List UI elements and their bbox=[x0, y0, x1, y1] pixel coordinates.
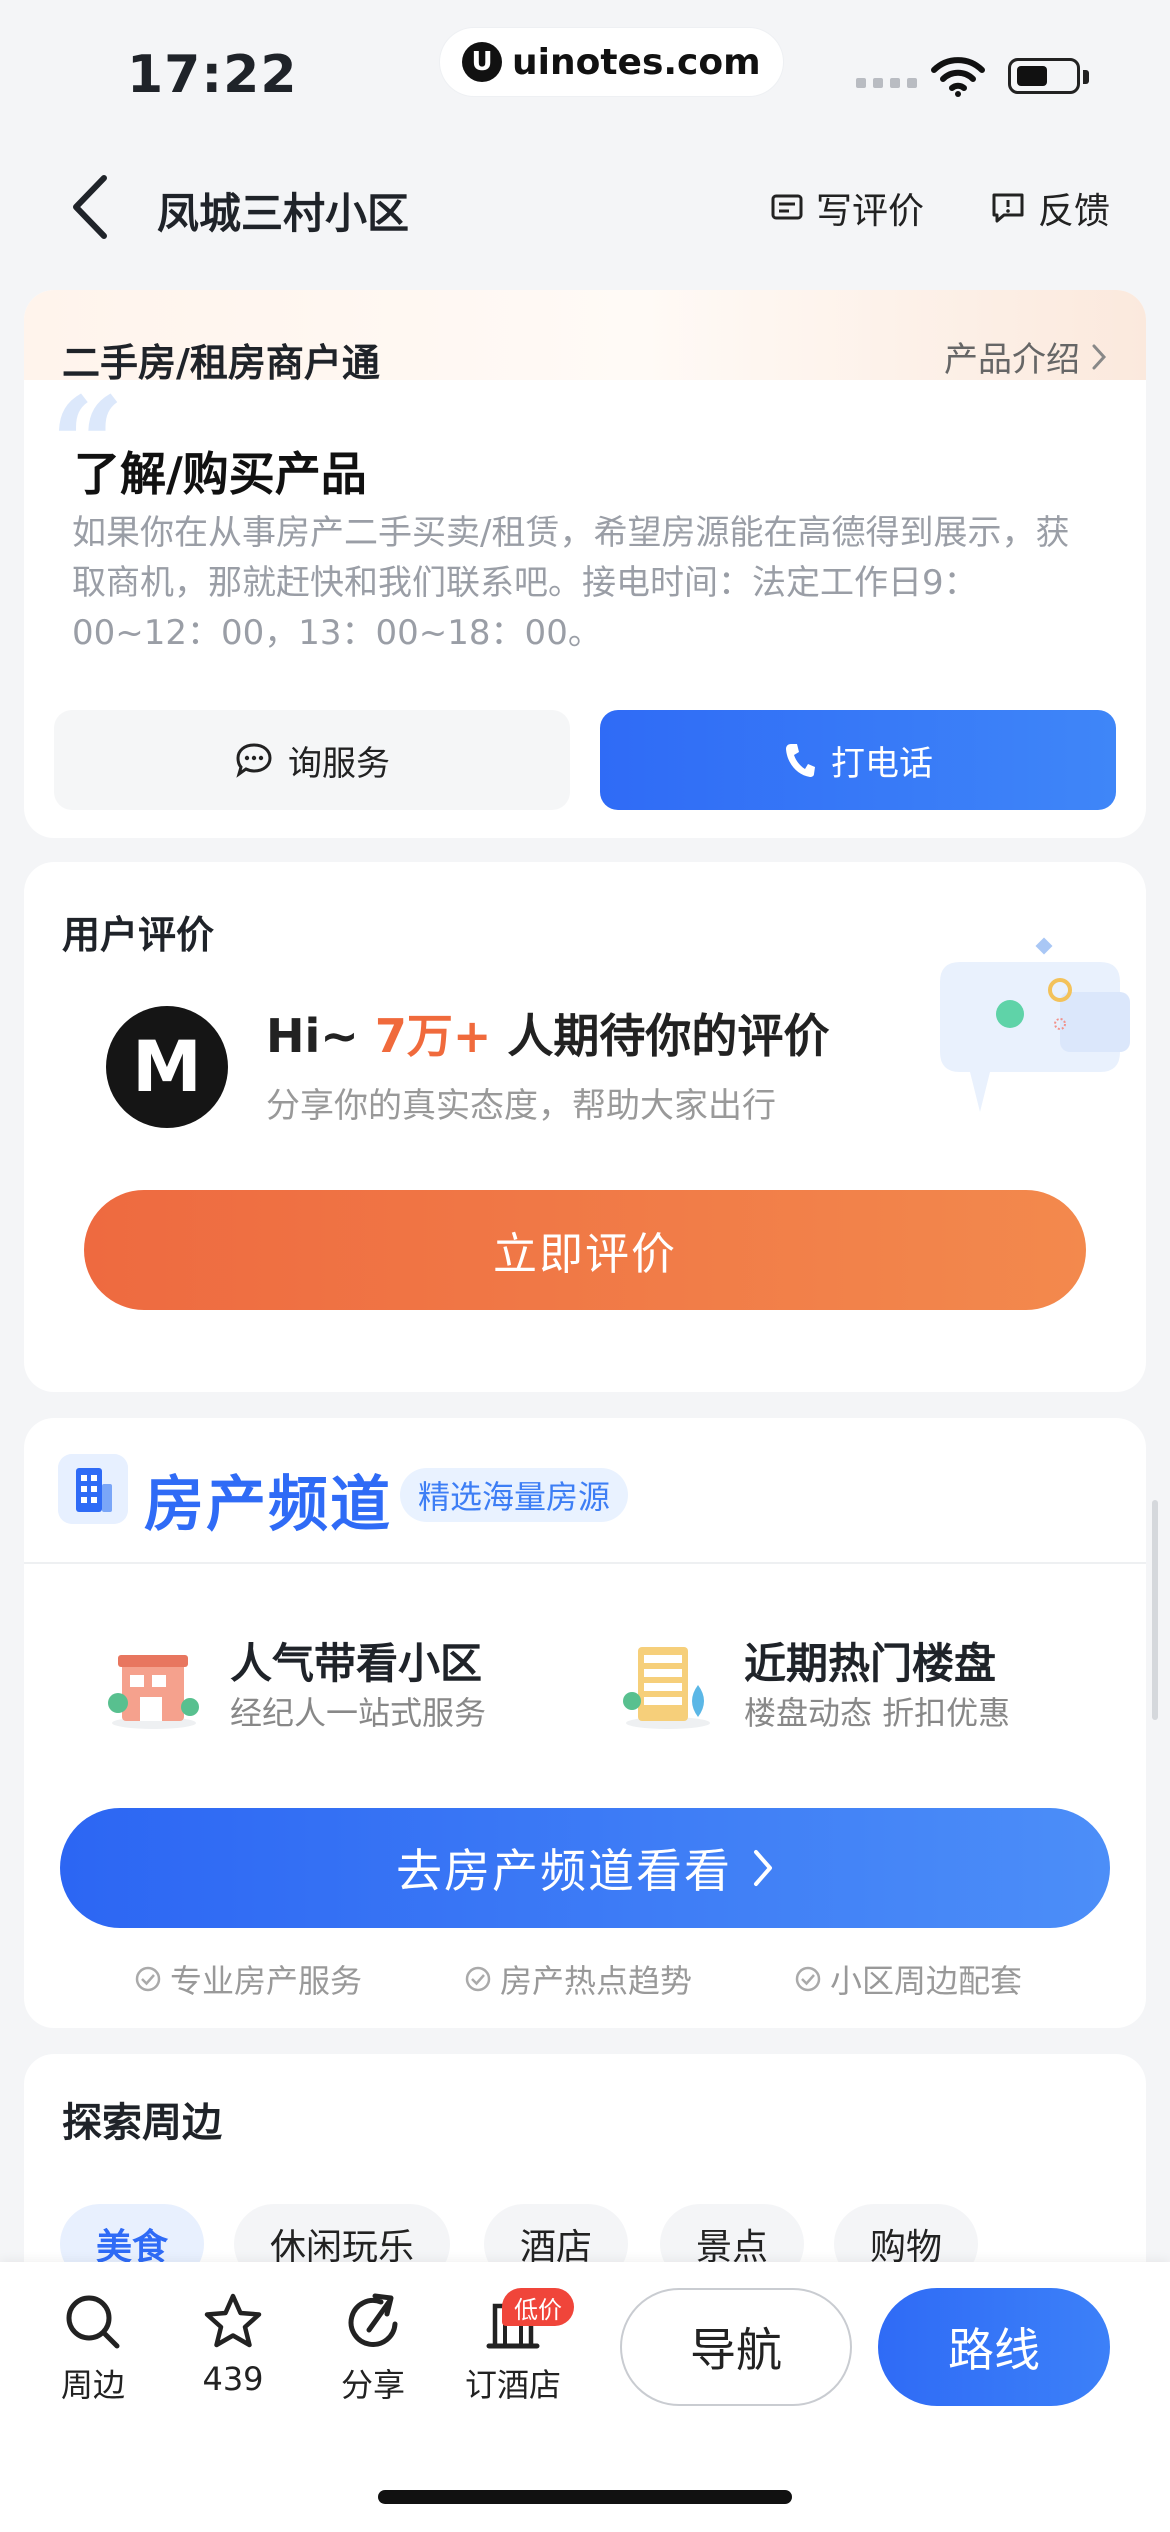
write-review-label: 写评价 bbox=[816, 191, 925, 232]
feedback-label: 反馈 bbox=[1038, 191, 1111, 232]
review-edit-icon bbox=[771, 194, 803, 220]
tab-book-hotel-label: 订酒店 bbox=[464, 2366, 561, 2404]
check-circle-icon bbox=[465, 1966, 491, 1992]
check-circle-icon bbox=[795, 1966, 821, 1992]
go-real-estate-button[interactable]: 去房产频道看看 bbox=[60, 1808, 1110, 1928]
popular-community-title[interactable]: 人气带看小区 bbox=[230, 1630, 482, 1691]
navigate-button[interactable]: 导航 bbox=[620, 2288, 852, 2406]
go-real-estate-label: 去房产频道看看 bbox=[396, 1844, 732, 1898]
tab-nearby-label: 周边 bbox=[60, 2366, 125, 2404]
popular-community-icon bbox=[108, 1655, 199, 1729]
wifi-icon bbox=[931, 57, 985, 97]
cellular-signal-icon bbox=[856, 78, 917, 88]
write-review-button[interactable]: 写评价 bbox=[770, 182, 924, 234]
review-subtitle: 分享你的真实态度，帮助大家出行 bbox=[266, 1086, 776, 1126]
site-logo-icon: U bbox=[462, 42, 502, 82]
tab-share-label: 分享 bbox=[340, 2366, 405, 2404]
feature-professional: 专业房产服务 bbox=[134, 1956, 362, 2002]
review-now-button[interactable]: 立即评价 bbox=[84, 1190, 1086, 1310]
star-icon bbox=[204, 2293, 262, 2348]
hot-property-icon bbox=[623, 1647, 710, 1729]
product-intro-link[interactable]: 产品介绍 bbox=[944, 332, 1108, 381]
hot-property-subtitle: 楼盘动态 折扣优惠 bbox=[744, 1694, 1011, 1732]
back-arrow-icon[interactable] bbox=[64, 170, 124, 244]
feature-label: 专业房产服务 bbox=[170, 1962, 363, 2000]
tab-share[interactable]: 分享 bbox=[318, 2290, 428, 2406]
real-estate-tag: 精选海量房源 bbox=[400, 1468, 629, 1522]
merchant-card: 二手房/租房商户通 产品介绍 “ 了解/购买产品 如果你在从事房产二手买卖/租赁… bbox=[24, 290, 1146, 838]
chevron-right-icon bbox=[1092, 344, 1107, 369]
search-icon bbox=[66, 2295, 120, 2349]
popular-community-subtitle: 经纪人一站式服务 bbox=[230, 1694, 487, 1732]
battery-cap bbox=[1083, 70, 1089, 84]
consult-service-button[interactable]: 询服务 bbox=[54, 710, 570, 810]
merchant-heading: 了解/购买产品 bbox=[74, 447, 367, 501]
call-label: 打电话 bbox=[831, 743, 933, 784]
product-intro-label: 产品介绍 bbox=[944, 340, 1080, 380]
chat-bubble-icon bbox=[236, 743, 272, 778]
real-estate-channel-title: 房产频道 bbox=[144, 1470, 392, 1540]
merchant-description: 如果你在从事房产二手买卖/租赁，希望房源能在高德得到展示，获取商机，那就赶快和我… bbox=[72, 513, 1070, 653]
review-headline-prefix: Hi~ bbox=[266, 1009, 359, 1063]
avatar: M bbox=[106, 1006, 228, 1128]
feature-label: 小区周边配套 bbox=[830, 1962, 1023, 2000]
route-button[interactable]: 路线 bbox=[878, 2288, 1110, 2406]
review-headline-suffix: 人期待你的评价 bbox=[507, 1009, 830, 1063]
divider bbox=[24, 1562, 1146, 1564]
real-estate-card: 房产频道 精选海量房源 人气带看小区 经纪人一站式服务 近期热门楼盘 楼盘动态 … bbox=[24, 1418, 1146, 2028]
share-icon bbox=[348, 2293, 398, 2347]
hot-property-title[interactable]: 近期热门楼盘 bbox=[744, 1630, 996, 1691]
call-button[interactable]: 打电话 bbox=[600, 710, 1116, 810]
review-headline: Hi~ 7万+ 人期待你的评价 bbox=[266, 1000, 829, 1066]
chevron-right-icon bbox=[754, 1850, 772, 1886]
consult-service-label: 询服务 bbox=[288, 743, 390, 784]
tab-favorite[interactable]: 439 bbox=[178, 2290, 288, 2398]
home-indicator[interactable] bbox=[378, 2490, 792, 2504]
tab-favorite-count: 439 bbox=[202, 2360, 264, 2398]
feature-hot-trends: 房产热点趋势 bbox=[464, 1956, 692, 2002]
phone-icon bbox=[786, 744, 815, 777]
review-headline-count: 7万+ bbox=[374, 1009, 492, 1063]
feature-label: 房产热点趋势 bbox=[500, 1962, 693, 2000]
feedback-icon bbox=[992, 193, 1024, 223]
building-icon bbox=[58, 1454, 128, 1524]
check-circle-icon bbox=[135, 1966, 161, 1992]
tab-nearby[interactable]: 周边 bbox=[38, 2290, 148, 2406]
user-review-card: 用户评价 M Hi~ 7万+ 人期待你的评价 分享你的真实态度，帮助大家出行 立… bbox=[24, 862, 1146, 1392]
feedback-button[interactable]: 反馈 bbox=[990, 182, 1110, 234]
review-section-title: 用户评价 bbox=[62, 913, 215, 957]
low-price-badge: 低价 bbox=[502, 2288, 574, 2326]
feature-amenities: 小区周边配套 bbox=[794, 1956, 1022, 2002]
site-pill: U uinotes.com bbox=[440, 28, 783, 96]
explore-title: 探索周边 bbox=[62, 2100, 222, 2146]
battery-icon bbox=[1008, 58, 1080, 94]
review-illustration-icon bbox=[940, 937, 1130, 1112]
scrollbar[interactable] bbox=[1152, 1500, 1158, 1720]
page-title: 凤城三村小区 bbox=[157, 189, 410, 238]
site-domain: uinotes.com bbox=[512, 41, 761, 83]
status-time: 17:22 bbox=[127, 45, 298, 105]
